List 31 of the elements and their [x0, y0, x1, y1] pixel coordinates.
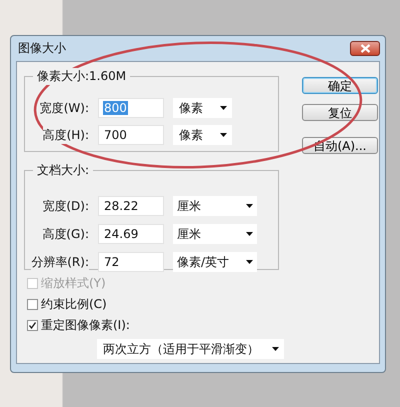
unit-dropdown[interactable]: 厘米 — [173, 224, 257, 244]
field-label: 宽度(W): — [40, 100, 89, 116]
input-field[interactable]: 700 — [98, 125, 164, 145]
input-field[interactable]: 28.22 — [98, 196, 164, 216]
field-label: 高度(H): — [42, 126, 89, 144]
close-button[interactable] — [350, 41, 380, 56]
unit-dropdown[interactable]: 像素 — [173, 125, 232, 145]
caret-icon — [246, 232, 253, 236]
input-field[interactable]: 24.69 — [98, 224, 164, 244]
caret-icon — [220, 133, 227, 137]
checkbox-label: 重定图像像素(I): — [41, 317, 130, 334]
close-icon — [360, 44, 370, 53]
unit-dropdown[interactable]: 像素/英寸 — [173, 252, 257, 272]
dialog-button[interactable]: 确定 — [302, 77, 378, 94]
caret-icon — [220, 106, 227, 110]
dialog-button[interactable]: 复位 — [302, 104, 378, 121]
resample-dropdown[interactable]: 两次立方（适用于平滑渐变） — [97, 339, 284, 359]
field-label: 高度(G): — [42, 226, 89, 242]
checkbox-label: 缩放样式(Y) — [41, 275, 106, 292]
unit-dropdown[interactable]: 厘米 — [173, 196, 257, 216]
caret-icon — [272, 347, 279, 351]
field-label: 宽度(D): — [42, 198, 89, 214]
window-title: 图像大小 — [17, 40, 66, 57]
caret-icon — [246, 260, 253, 264]
input-field[interactable]: 72 — [98, 252, 164, 272]
checkbox[interactable] — [27, 299, 38, 310]
field-label: 分辨率(R): — [31, 254, 89, 270]
checkbox[interactable] — [27, 320, 38, 331]
caret-icon — [246, 204, 253, 208]
checkbox-label: 约束比例(C) — [41, 296, 107, 313]
unit-dropdown[interactable]: 像素 — [173, 98, 232, 118]
